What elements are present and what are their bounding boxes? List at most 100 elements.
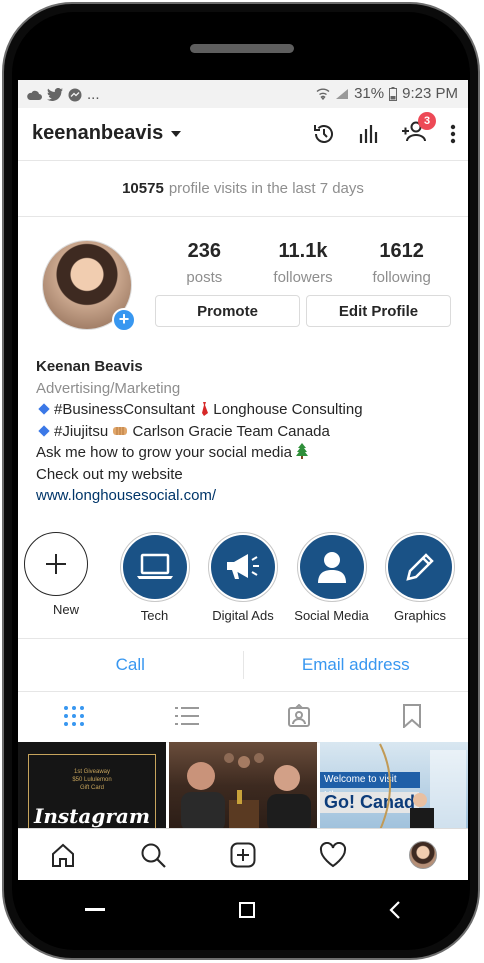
profile-bio: Keenan Beavis Advertising/Marketing #Bus… — [36, 356, 456, 507]
visits-count: 10575 — [122, 179, 164, 197]
profile-visits-banner[interactable]: 10575 profile visits in the last 7 days — [18, 160, 468, 217]
stat-label: following — [372, 269, 431, 286]
megaphone-icon — [227, 554, 259, 579]
highlight-label: Graphics — [393, 608, 447, 623]
heart-icon — [319, 842, 347, 868]
home-icon — [52, 843, 74, 867]
nav-new-post[interactable] — [198, 842, 288, 868]
stat-following[interactable]: 1612 following — [352, 240, 451, 286]
phone-speaker — [190, 44, 294, 53]
account-switcher[interactable]: keenanbeavis — [32, 122, 182, 145]
signal-icon — [336, 88, 349, 99]
home-button-icon[interactable] — [239, 902, 255, 918]
tab-list[interactable] — [131, 706, 244, 726]
promote-button[interactable]: Promote — [155, 295, 300, 327]
post-thumbnail[interactable]: Welcome to visit Ulsan Go! Canad — [320, 742, 468, 830]
notification-badge: 3 — [418, 112, 436, 130]
recents-icon[interactable] — [85, 908, 105, 912]
stat-followers[interactable]: 11.1k followers — [254, 240, 353, 286]
post-caption: 1st Giveaway $50 Lululemon Gift Card — [72, 769, 112, 791]
highlight-ring — [296, 532, 367, 602]
hashtag-link[interactable]: #Jiujitsu — [54, 423, 108, 440]
highlight-social-media[interactable]: Social Media — [290, 532, 374, 623]
list-icon — [174, 707, 199, 725]
nav-activity[interactable] — [288, 842, 378, 868]
discover-people-button[interactable]: 3 — [402, 112, 436, 147]
tab-tagged[interactable] — [243, 704, 356, 728]
stat-value: 236 — [187, 240, 222, 262]
back-icon[interactable] — [389, 901, 401, 919]
post-image — [379, 743, 466, 830]
nav-home[interactable] — [18, 842, 108, 868]
bio-text: Check out my website — [36, 465, 183, 483]
display-name: Keenan Beavis — [36, 358, 143, 375]
profile-view-tabs — [18, 690, 468, 743]
profile-avatar-icon — [409, 841, 437, 869]
edit-profile-button[interactable]: Edit Profile — [306, 295, 451, 327]
profile-header: keenanbeavis 3 — [18, 108, 468, 161]
email-button[interactable]: Email address — [244, 655, 469, 675]
hashtag-link[interactable]: #BusinessConsultant — [54, 401, 195, 418]
add-story-plus-icon[interactable]: + — [112, 308, 136, 332]
bio-text: Ask me how to grow your social media — [36, 444, 292, 461]
stat-posts[interactable]: 236 posts — [155, 240, 254, 286]
profile-stats: 236 posts 11.1k followers 1612 following — [155, 240, 451, 286]
contact-options: Call Email address — [18, 638, 468, 692]
insights-icon[interactable] — [358, 123, 380, 145]
fist-icon — [113, 426, 128, 435]
necktie-icon — [202, 402, 209, 416]
twitter-icon — [47, 88, 63, 101]
battery-icon — [389, 86, 398, 101]
pencil-icon — [406, 553, 434, 581]
highlight-graphics[interactable]: Graphics — [378, 532, 462, 623]
visits-text: profile visits in the last 7 days — [168, 179, 364, 197]
more-options-icon[interactable] — [450, 124, 456, 144]
highlight-digital-ads[interactable]: Digital Ads — [201, 532, 285, 623]
stat-label: followers — [273, 269, 333, 286]
highlight-circle — [24, 532, 88, 596]
add-post-icon — [230, 842, 256, 868]
tagged-icon — [288, 704, 311, 727]
caret-down-icon — [171, 130, 182, 137]
highlight-circle — [388, 535, 452, 599]
tab-grid[interactable] — [18, 705, 131, 727]
screen: ... 31% 9:23 PM keenanbeavis 3 10575 pro… — [18, 80, 468, 880]
status-ellipsis: ... — [87, 86, 100, 103]
highlight-ring — [385, 532, 455, 602]
post-image — [181, 753, 311, 830]
highlight-tech[interactable]: Tech — [113, 532, 197, 623]
post-thumbnail[interactable]: 1st Giveaway $50 Lululemon Gift Card Ins… — [18, 742, 166, 830]
nav-search[interactable] — [108, 842, 198, 868]
post-grid: 1st Giveaway $50 Lululemon Gift Card Ins… — [18, 742, 468, 830]
tree-icon — [296, 443, 309, 459]
highlight-circle — [211, 535, 275, 599]
highlight-new[interactable]: New — [24, 532, 108, 623]
highlight-ring — [208, 532, 278, 602]
bio-line: Ask me how to grow your social media — [36, 442, 456, 464]
category-label: Advertising/Marketing — [36, 379, 181, 397]
battery-percent: 31% — [354, 85, 385, 102]
post-title: Instagram — [34, 804, 150, 828]
bio-text: Longhouse Consulting — [213, 401, 363, 418]
diamond-icon — [38, 424, 50, 437]
website-link[interactable]: www.longhousesocial.com/ — [36, 485, 456, 507]
laptop-icon — [136, 553, 173, 579]
nav-profile[interactable] — [378, 841, 468, 869]
diamond-icon — [38, 403, 50, 415]
archive-icon[interactable] — [312, 122, 336, 146]
plus-icon — [46, 554, 66, 574]
bio-text: Carlson Gracie Team Canada — [132, 422, 330, 440]
messenger-icon — [68, 88, 82, 101]
bio-line: #Jiujitsu Carlson Gracie Team Canada — [36, 421, 456, 443]
bio-line: #BusinessConsultant Longhouse Consulting — [36, 399, 456, 421]
status-time: 9:23 PM — [402, 85, 458, 102]
bookmark-icon — [402, 704, 421, 728]
call-button[interactable]: Call — [18, 655, 243, 675]
status-bar: ... 31% 9:23 PM — [18, 80, 468, 108]
post-thumbnail[interactable] — [169, 742, 317, 830]
search-icon — [141, 843, 166, 868]
highlight-circle — [299, 535, 364, 599]
stat-value: 1612 — [379, 240, 424, 262]
tab-saved[interactable] — [356, 704, 469, 728]
highlight-label: Digital Ads — [212, 608, 274, 623]
